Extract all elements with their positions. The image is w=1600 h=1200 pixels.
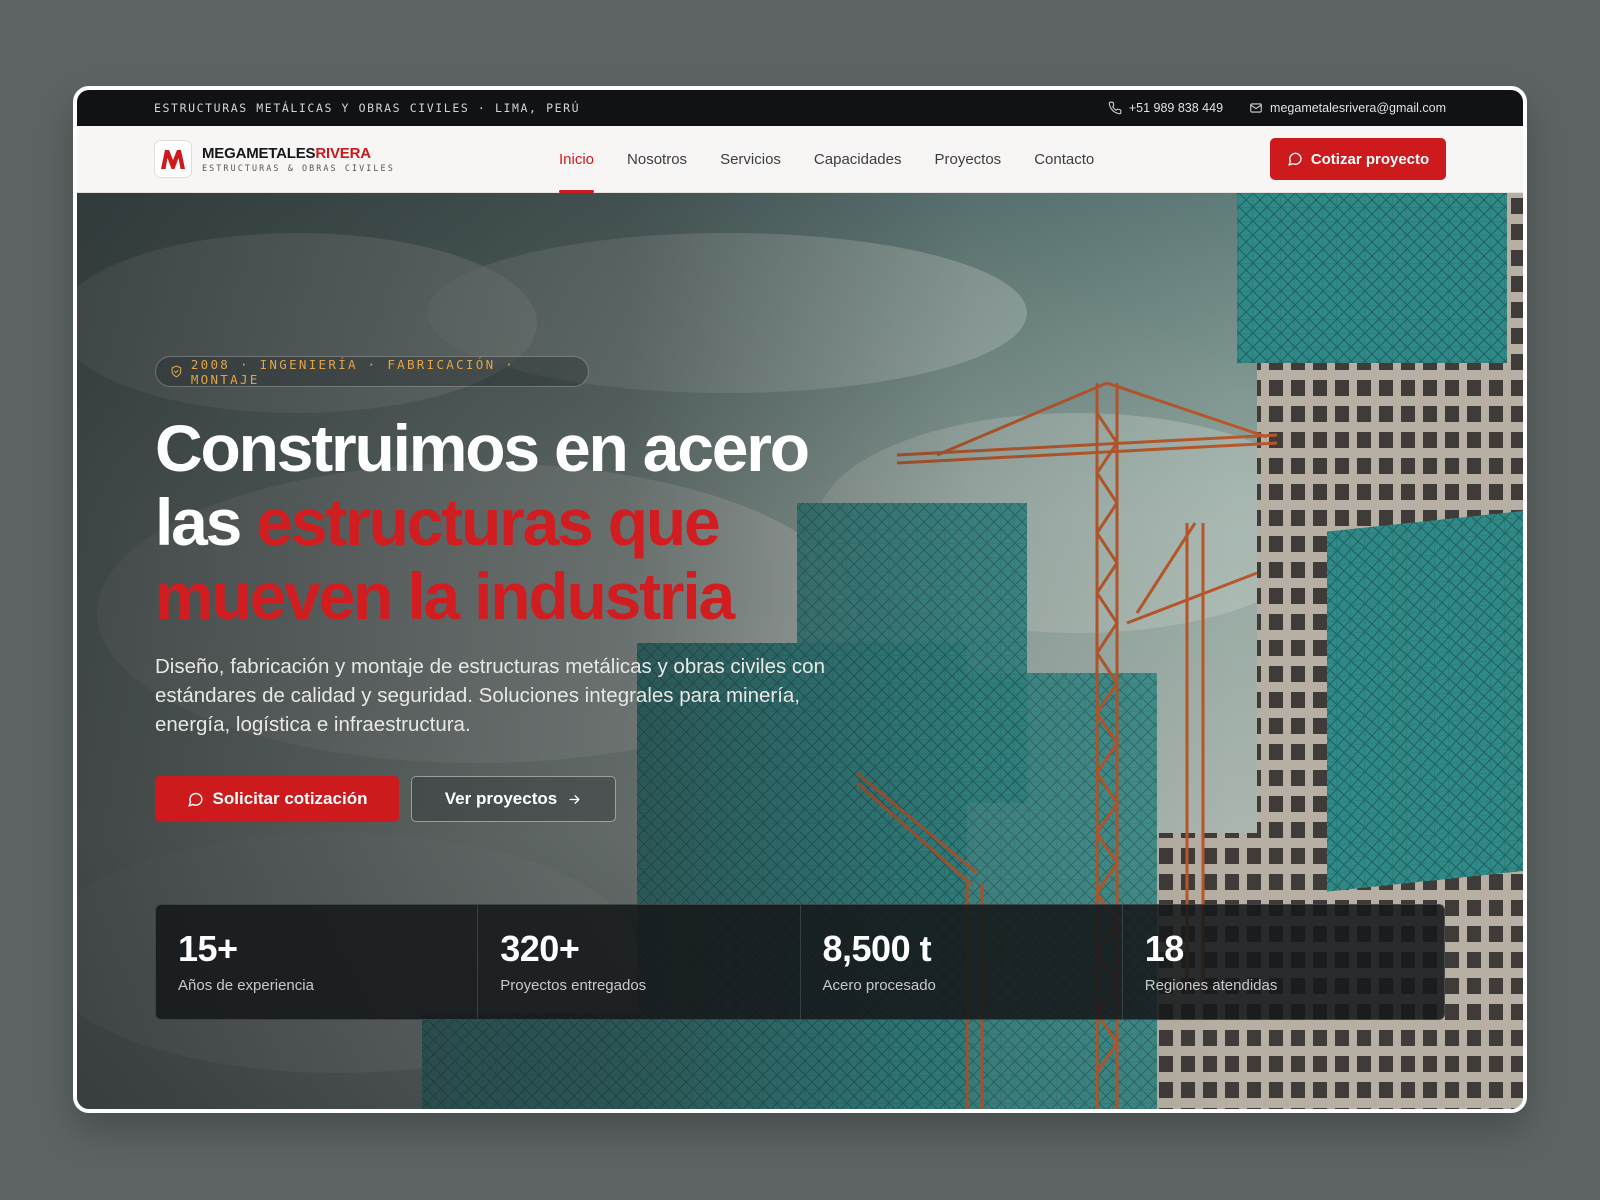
nav-item-proyectos[interactable]: Proyectos <box>934 126 1001 193</box>
hero-badge-text: 2008 · INGENIERÍA · FABRICACIÓN · MONTAJ… <box>190 356 516 387</box>
headline-line-1: Construimos en acero <box>155 411 810 485</box>
stat-value: 320+ <box>500 928 580 969</box>
nav-item-nosotros[interactable]: Nosotros <box>627 126 687 193</box>
primary-menu: Inicio Nosotros Servicios Capacidades Pr… <box>559 126 1094 193</box>
brand-name: MEGAMETALESRIVERA <box>202 146 395 161</box>
hero-badge: 2008 · INGENIERÍA · FABRICACIÓN · MONTAJ… <box>155 356 589 387</box>
stat-value: 8,500 t <box>822 928 932 969</box>
brand-text: MEGAMETALESRIVERA ESTRUCTURAS & OBRAS CI… <box>202 146 395 172</box>
chat-bubble-icon <box>1288 152 1302 166</box>
nav-item-inicio[interactable]: Inicio <box>559 126 595 193</box>
logo-m-icon <box>161 150 185 169</box>
mail-icon <box>1250 103 1262 113</box>
utility-tagline: ESTRUCTURAS METÁLICAS Y OBRAS CIVILES · … <box>154 101 581 115</box>
request-quote-label: Solicitar cotización <box>212 789 368 808</box>
chat-bubble-icon <box>187 792 203 807</box>
logo-mark <box>154 140 192 178</box>
stat-item: 320+ Proyectos entregados <box>478 905 801 1019</box>
nav-item-capacidades[interactable]: Capacidades <box>814 126 902 193</box>
headline-line-3-accent: mueven la industria <box>155 559 735 633</box>
stat-label: Años de experiencia <box>178 977 314 994</box>
quote-project-button[interactable]: Cotizar proyecto <box>1270 138 1446 180</box>
utility-contacts: +51 989 838 449 megametalesrivera@gmail.… <box>1108 101 1446 115</box>
nav-item-servicios[interactable]: Servicios <box>720 126 781 193</box>
hero-headline: Construimos en acero las estructuras que… <box>155 411 975 633</box>
phone-number: +51 989 838 449 <box>1128 101 1224 115</box>
brand-name-main: MEGAMETALES <box>202 144 316 162</box>
hero-section: 2008 · INGENIERÍA · FABRICACIÓN · MONTAJ… <box>77 193 1523 1109</box>
stats-panel: 15+ Años de experiencia 320+ Proyectos e… <box>155 904 1445 1020</box>
stat-item: 18 Regiones atendidas <box>1123 905 1444 1019</box>
stat-label: Proyectos entregados <box>500 977 647 994</box>
view-projects-label: Ver proyectos <box>444 789 558 808</box>
brand-subtitle: ESTRUCTURAS & OBRAS CIVILES <box>202 162 395 173</box>
stat-item: 15+ Años de experiencia <box>156 905 479 1019</box>
hero-lead-text: Diseño, fabricación y montaje de estruct… <box>155 655 825 736</box>
quote-project-label: Cotizar proyecto <box>1310 150 1430 168</box>
phone-link[interactable]: +51 989 838 449 <box>1108 101 1223 115</box>
browser-frame: ESTRUCTURAS METÁLICAS Y OBRAS CIVILES · … <box>73 86 1527 1113</box>
brand-name-accent: RIVERA <box>315 144 371 162</box>
stat-item: 8,500 t Acero procesado <box>801 905 1123 1019</box>
phone-icon <box>1108 101 1122 115</box>
email-link[interactable]: megametalesrivera@gmail.com <box>1249 101 1446 115</box>
main-navbar: MEGAMETALESRIVERA ESTRUCTURAS & OBRAS CI… <box>77 126 1523 193</box>
request-quote-button[interactable]: Solicitar cotización <box>155 776 399 822</box>
view-projects-button[interactable]: Ver proyectos <box>411 776 616 822</box>
headline-line-2-white: las <box>155 485 257 559</box>
stat-value: 18 <box>1144 928 1185 969</box>
email-address: megametalesrivera@gmail.com <box>1270 101 1446 115</box>
nav-item-contacto[interactable]: Contacto <box>1034 126 1094 193</box>
arrow-right-icon <box>569 794 580 804</box>
utility-bar: ESTRUCTURAS METÁLICAS Y OBRAS CIVILES · … <box>77 90 1523 126</box>
stat-value: 15+ <box>178 928 238 969</box>
brand-logo-link[interactable]: MEGAMETALESRIVERA ESTRUCTURAS & OBRAS CI… <box>154 140 474 178</box>
stat-label: Regiones atendidas <box>1144 977 1278 994</box>
shield-icon <box>171 365 182 378</box>
headline-line-2-accent: estructuras que <box>256 485 720 559</box>
stat-label: Acero procesado <box>822 977 936 994</box>
